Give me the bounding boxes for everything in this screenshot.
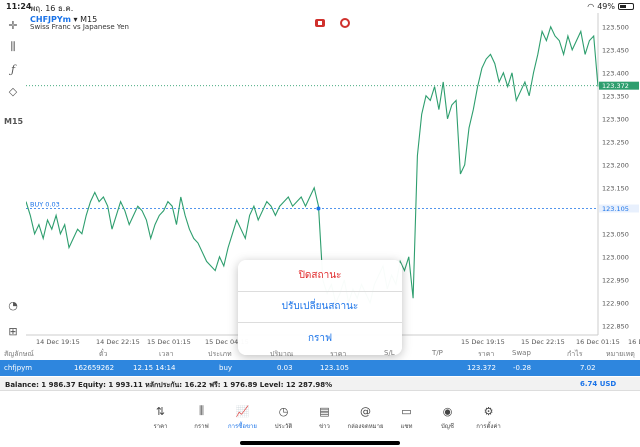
nav-item-1[interactable]: ⇅ ราคา bbox=[140, 404, 181, 440]
objects-icon[interactable]: ◇ bbox=[5, 83, 21, 99]
clock: 11:24 bbox=[6, 2, 32, 11]
entry-marker bbox=[316, 206, 321, 211]
y-tick-label: 123.400 bbox=[602, 69, 629, 77]
nav-item-2[interactable]: ⫼ กราฟ bbox=[181, 404, 222, 440]
nav-item-3[interactable]: 📈 การซื้อขาย bbox=[222, 404, 263, 440]
nav-item-label: การตั้งค่า bbox=[476, 423, 501, 430]
row-type: buy bbox=[219, 364, 233, 372]
candlestick-icon: ⫼ bbox=[198, 404, 205, 417]
positions-table-header: สัญลักษณ์ ตั๋ว เวลา ประเภท ปริมาณ ราคา S… bbox=[0, 346, 640, 360]
x-tick-label: 15 Dec 19:15 bbox=[461, 338, 505, 346]
news-icon: ▤ bbox=[319, 404, 330, 418]
crosshair-icon[interactable]: ✛ bbox=[5, 17, 21, 33]
nav-item-label: ข่าว bbox=[319, 423, 330, 430]
chat-icon: ▭ bbox=[401, 404, 412, 418]
table-row[interactable]: chfjpym 162659262 12.15 14:14 buy 0.03 1… bbox=[0, 360, 640, 376]
y-tick-label: 123.050 bbox=[602, 230, 629, 238]
y-tick-label: 123.450 bbox=[602, 46, 629, 54]
home-indicator bbox=[240, 441, 400, 445]
row-open-price: 123.105 bbox=[320, 364, 349, 372]
col-symbol: สัญลักษณ์ bbox=[4, 350, 34, 358]
nav-item-9[interactable]: ⚙ การตั้งค่า bbox=[468, 404, 509, 440]
col-tp: T/P bbox=[432, 349, 443, 357]
row-current-price: 123.372 bbox=[467, 364, 496, 372]
trade-chart-icon: 📈 bbox=[235, 404, 250, 418]
y-tick-label: 123.000 bbox=[602, 253, 629, 261]
col-swap: Swap bbox=[512, 349, 531, 357]
col-type: ประเภท bbox=[208, 350, 232, 358]
history-clock-icon: ◷ bbox=[278, 404, 289, 418]
nav-item-8[interactable]: ◉ บัญชี bbox=[427, 404, 468, 440]
buy-price-tag: 123.105 bbox=[602, 205, 629, 213]
function-icon[interactable]: ƒ bbox=[5, 61, 21, 77]
y-tick-label: 123.300 bbox=[602, 115, 629, 123]
col-comment: หมายเหตุ bbox=[606, 350, 635, 358]
gear-icon: ⚙ bbox=[483, 404, 494, 418]
y-tick-label: 123.350 bbox=[602, 92, 629, 100]
balance-text: Balance: 1 986.37 Equity: 1 993.11 หลักป… bbox=[5, 381, 333, 389]
bottom-nav: ⇅ ราคา ⫼ กราฟ 📈 การซื้อขาย ◷ ประวัติ ▤ ข่าว @ กล่อง… bbox=[140, 404, 510, 440]
nav-item-label: กราฟ bbox=[194, 423, 209, 430]
chart-toolbar: ✛ ⫼ ƒ ◇ M15 ◔ ⊞ bbox=[0, 13, 26, 343]
nav-item-5[interactable]: ▤ ข่าว bbox=[304, 404, 345, 440]
indicators-icon[interactable]: ⫼ bbox=[5, 39, 21, 55]
nav-item-label: ราคา bbox=[153, 423, 168, 430]
y-tick-label: 123.500 bbox=[602, 23, 629, 31]
row-volume: 0.03 bbox=[277, 364, 293, 372]
x-tick-label: 16 Dec 01:15 bbox=[576, 338, 620, 346]
y-tick-label: 123.250 bbox=[602, 138, 629, 146]
row-symbol: chfjpym bbox=[4, 364, 33, 372]
col-volume: ปริมาณ bbox=[270, 350, 294, 358]
col-ticket: ตั๋ว bbox=[99, 350, 108, 358]
timeframe-button[interactable]: M15 bbox=[4, 117, 23, 126]
y-tick-label: 123.200 bbox=[602, 161, 629, 169]
nav-item-label: บัญชี bbox=[441, 423, 454, 430]
nav-item-label: การซื้อขาย bbox=[228, 423, 257, 430]
battery-icon bbox=[618, 3, 634, 10]
col-current-price: ราคา bbox=[478, 350, 495, 358]
y-tick-label: 122.900 bbox=[602, 299, 629, 307]
at-mail-icon: @ bbox=[360, 404, 371, 418]
y-tick-label: 122.950 bbox=[602, 276, 629, 284]
col-sl: S/L bbox=[384, 349, 395, 357]
col-time: เวลา bbox=[159, 350, 174, 358]
nav-item-4[interactable]: ◷ ประวัติ bbox=[263, 404, 304, 440]
y-tick-label: 122.850 bbox=[602, 322, 629, 330]
row-time: 12.15 14:14 bbox=[133, 364, 176, 372]
nav-item-label: ประวัติ bbox=[274, 423, 293, 430]
y-tick-label: 123.150 bbox=[602, 184, 629, 192]
nav-item-label: กล่องจดหมาย bbox=[347, 423, 384, 430]
buy-level-label: BUY 0.03 bbox=[30, 201, 60, 209]
x-tick-label: 16 Dec 04:15 bbox=[628, 338, 640, 346]
arrows-up-down-icon: ⇅ bbox=[155, 404, 166, 418]
battery-percent: 49% bbox=[597, 2, 615, 11]
modify-position-button[interactable]: ปรับเปลี่ยนสถานะ bbox=[238, 292, 402, 324]
x-tick-label: 14 Dec 19:15 bbox=[36, 338, 80, 346]
trade-panel-icon[interactable]: ◔ bbox=[5, 297, 21, 313]
nav-item-6[interactable]: @ กล่องจดหมาย bbox=[345, 404, 386, 440]
col-profit: กำไร bbox=[567, 350, 583, 358]
nav-item-7[interactable]: ▭ แชท bbox=[386, 404, 427, 440]
x-tick-label: 14 Dec 22:15 bbox=[96, 338, 140, 346]
x-tick-label: 15 Dec 01:15 bbox=[147, 338, 191, 346]
total-profit: 6.74 USD bbox=[580, 380, 617, 388]
row-profit: 7.02 bbox=[580, 364, 596, 372]
close-position-button[interactable]: ปิดสถานะ bbox=[238, 260, 402, 292]
row-ticket: 162659262 bbox=[74, 364, 115, 372]
position-context-menu: ปิดสถานะ ปรับเปลี่ยนสถานะ กราฟ bbox=[238, 260, 402, 355]
wifi-icon: ◠ bbox=[587, 2, 595, 11]
new-order-icon[interactable]: ⊞ bbox=[5, 323, 21, 339]
x-tick-label: 15 Dec 22:15 bbox=[521, 338, 565, 346]
col-price: ราคา bbox=[330, 350, 347, 358]
balance-bar: Balance: 1 986.37 Equity: 1 993.11 หลักป… bbox=[0, 377, 640, 391]
row-swap: -0.28 bbox=[513, 364, 532, 372]
nav-item-label: แชท bbox=[400, 423, 413, 430]
current-price-tag: 123.372 bbox=[602, 82, 629, 90]
account-icon: ◉ bbox=[442, 404, 453, 418]
status-icons: ◠ 49% bbox=[587, 2, 634, 11]
status-bar: 11:24 พฤ. 16 ธ.ค. ◠ 49% bbox=[0, 0, 640, 13]
